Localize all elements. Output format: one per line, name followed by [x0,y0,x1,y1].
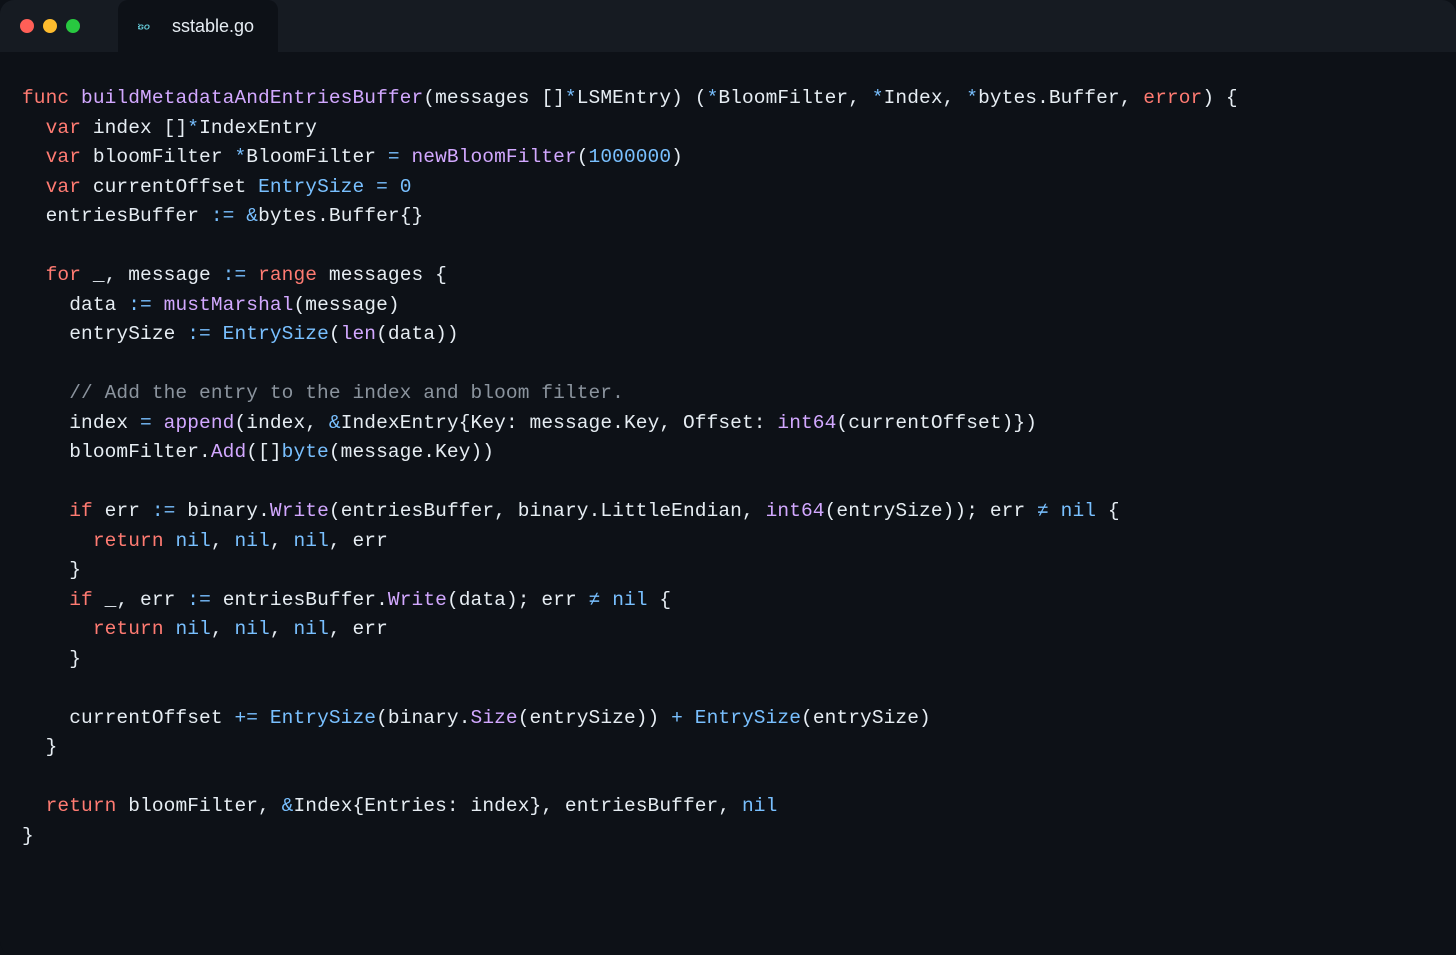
code-editor[interactable]: func buildMetadataAndEntriesBuffer(messa… [0,52,1456,955]
go-file-icon: GO [138,19,162,33]
editor-window: GO sstable.go func buildMetadataAndEntri… [0,0,1456,955]
file-tab[interactable]: GO sstable.go [118,0,278,52]
traffic-lights [20,19,80,33]
fn-name: buildMetadataAndEntriesBuffer [81,87,423,109]
file-tab-label: sstable.go [172,16,254,37]
zoom-window-button[interactable] [66,19,80,33]
minimize-window-button[interactable] [43,19,57,33]
titlebar: GO sstable.go [0,0,1456,52]
svg-text:GO: GO [138,22,150,31]
code-comment: // Add the entry to the index and bloom … [69,382,624,404]
close-window-button[interactable] [20,19,34,33]
kw-func: func [22,87,69,109]
